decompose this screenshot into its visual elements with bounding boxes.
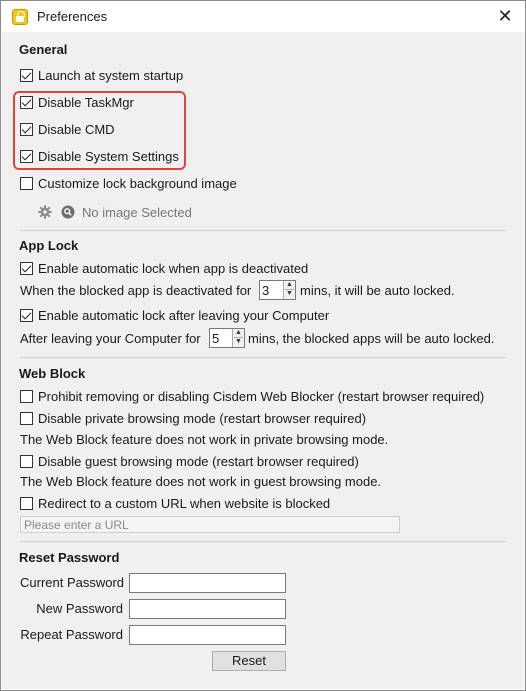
- section-title-web-block: Web Block: [19, 366, 86, 381]
- window-title: Preferences: [37, 9, 108, 24]
- auto-lock-leave-label[interactable]: Enable automatic lock after leaving your…: [38, 308, 329, 323]
- separator: [20, 541, 506, 542]
- current-password-field[interactable]: [129, 573, 286, 593]
- redirect-checkbox[interactable]: [20, 497, 33, 510]
- launch-startup-checkbox[interactable]: [20, 69, 33, 82]
- guest-note-text: The Web Block feature does not work in g…: [20, 474, 382, 489]
- disable-cmd-label[interactable]: Disable CMD: [38, 122, 115, 137]
- title-bar: Preferences ✕: [1, 1, 525, 32]
- prohibit-removing-checkbox[interactable]: [20, 390, 33, 403]
- deactivated-minutes-value[interactable]: 3: [262, 283, 269, 298]
- disable-guest-checkbox[interactable]: [20, 455, 33, 468]
- disable-taskmgr-label[interactable]: Disable TaskMgr: [38, 95, 134, 110]
- separator: [20, 357, 506, 358]
- auto-lock-deactivated-checkbox[interactable]: [20, 262, 33, 275]
- disable-taskmgr-checkbox[interactable]: [20, 96, 33, 109]
- customize-bg-checkbox[interactable]: [20, 177, 33, 190]
- preferences-content: General Launch at system startup Disable…: [2, 32, 524, 689]
- search-icon[interactable]: [61, 205, 75, 219]
- disable-guest-label[interactable]: Disable guest browsing mode (restart bro…: [38, 454, 359, 469]
- disable-system-settings-label[interactable]: Disable System Settings: [38, 149, 179, 164]
- disable-private-checkbox[interactable]: [20, 412, 33, 425]
- leave-prefix-text: After leaving your Computer for: [20, 331, 201, 346]
- current-password-label: Current Password: [20, 575, 125, 590]
- new-password-field[interactable]: [129, 599, 286, 619]
- auto-lock-deactivated-label[interactable]: Enable automatic lock when app is deacti…: [38, 261, 308, 276]
- stepper-arrows: ▲ ▼: [232, 329, 244, 347]
- gear-icon[interactable]: [38, 205, 52, 219]
- section-title-reset-password: Reset Password: [19, 550, 120, 565]
- deactivated-minutes-stepper[interactable]: 3 ▲ ▼: [259, 280, 296, 300]
- stepper-down-arrow-icon[interactable]: ▼: [285, 290, 294, 298]
- stepper-up-arrow-icon[interactable]: ▲: [234, 329, 243, 338]
- lock-app-icon: [12, 9, 28, 25]
- private-note-text: The Web Block feature does not work in p…: [20, 432, 389, 447]
- leave-suffix-text: mins, the blocked apps will be auto lock…: [248, 331, 495, 346]
- repeat-password-field[interactable]: [129, 625, 286, 645]
- deactivated-suffix-text: mins, it will be auto locked.: [300, 283, 455, 298]
- disable-system-settings-checkbox[interactable]: [20, 150, 33, 163]
- launch-startup-label[interactable]: Launch at system startup: [38, 68, 183, 83]
- disable-cmd-checkbox[interactable]: [20, 123, 33, 136]
- stepper-arrows: ▲ ▼: [283, 281, 295, 299]
- redirect-label[interactable]: Redirect to a custom URL when website is…: [38, 496, 330, 511]
- new-password-label: New Password: [36, 601, 123, 616]
- url-input[interactable]: [20, 516, 400, 533]
- separator: [20, 230, 506, 231]
- stepper-down-arrow-icon[interactable]: ▼: [234, 338, 243, 346]
- disable-private-label[interactable]: Disable private browsing mode (restart b…: [38, 411, 366, 426]
- prohibit-removing-label[interactable]: Prohibit removing or disabling Cisdem We…: [38, 389, 484, 404]
- leave-minutes-stepper[interactable]: 5 ▲ ▼: [209, 328, 245, 348]
- reset-button[interactable]: Reset: [212, 651, 286, 671]
- repeat-password-label: Repeat Password: [20, 627, 123, 642]
- deactivated-prefix-text: When the blocked app is deactivated for: [20, 283, 252, 298]
- leave-minutes-value[interactable]: 5: [212, 331, 219, 346]
- stepper-up-arrow-icon[interactable]: ▲: [285, 281, 294, 290]
- no-image-selected-text: No image Selected: [82, 205, 192, 220]
- close-button[interactable]: ✕: [485, 1, 525, 32]
- customize-bg-label[interactable]: Customize lock background image: [38, 176, 237, 191]
- section-title-app-lock: App Lock: [19, 238, 79, 253]
- auto-lock-leave-checkbox[interactable]: [20, 309, 33, 322]
- section-title-general: General: [19, 42, 68, 57]
- preferences-window: Preferences ✕ General Launch at system s…: [0, 0, 526, 691]
